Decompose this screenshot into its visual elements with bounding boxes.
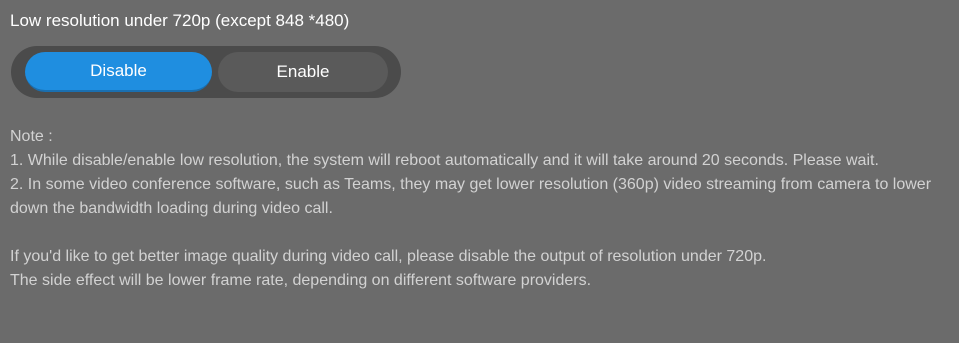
disable-button[interactable]: Disable (25, 52, 212, 92)
low-resolution-toggle: Disable Enable (11, 46, 401, 98)
note-paragraph-2: The side effect will be lower frame rate… (10, 272, 592, 289)
page-edge (959, 0, 965, 343)
setting-title: Low resolution under 720p (except 848 *4… (10, 11, 350, 30)
low-resolution-setting-panel: Low resolution under 720p (except 848 *4… (0, 0, 959, 343)
enable-button[interactable]: Enable (218, 52, 388, 92)
notes-spacer (10, 221, 955, 245)
note-item-2: 2. In some video conference software, su… (10, 176, 932, 217)
note-heading: Note : (10, 128, 53, 145)
notes-section: Note : 1. While disable/enable low resol… (10, 125, 955, 293)
note-item-1: 1. While disable/enable low resolution, … (10, 152, 879, 169)
note-paragraph-1: If you'd like to get better image qualit… (10, 248, 767, 265)
